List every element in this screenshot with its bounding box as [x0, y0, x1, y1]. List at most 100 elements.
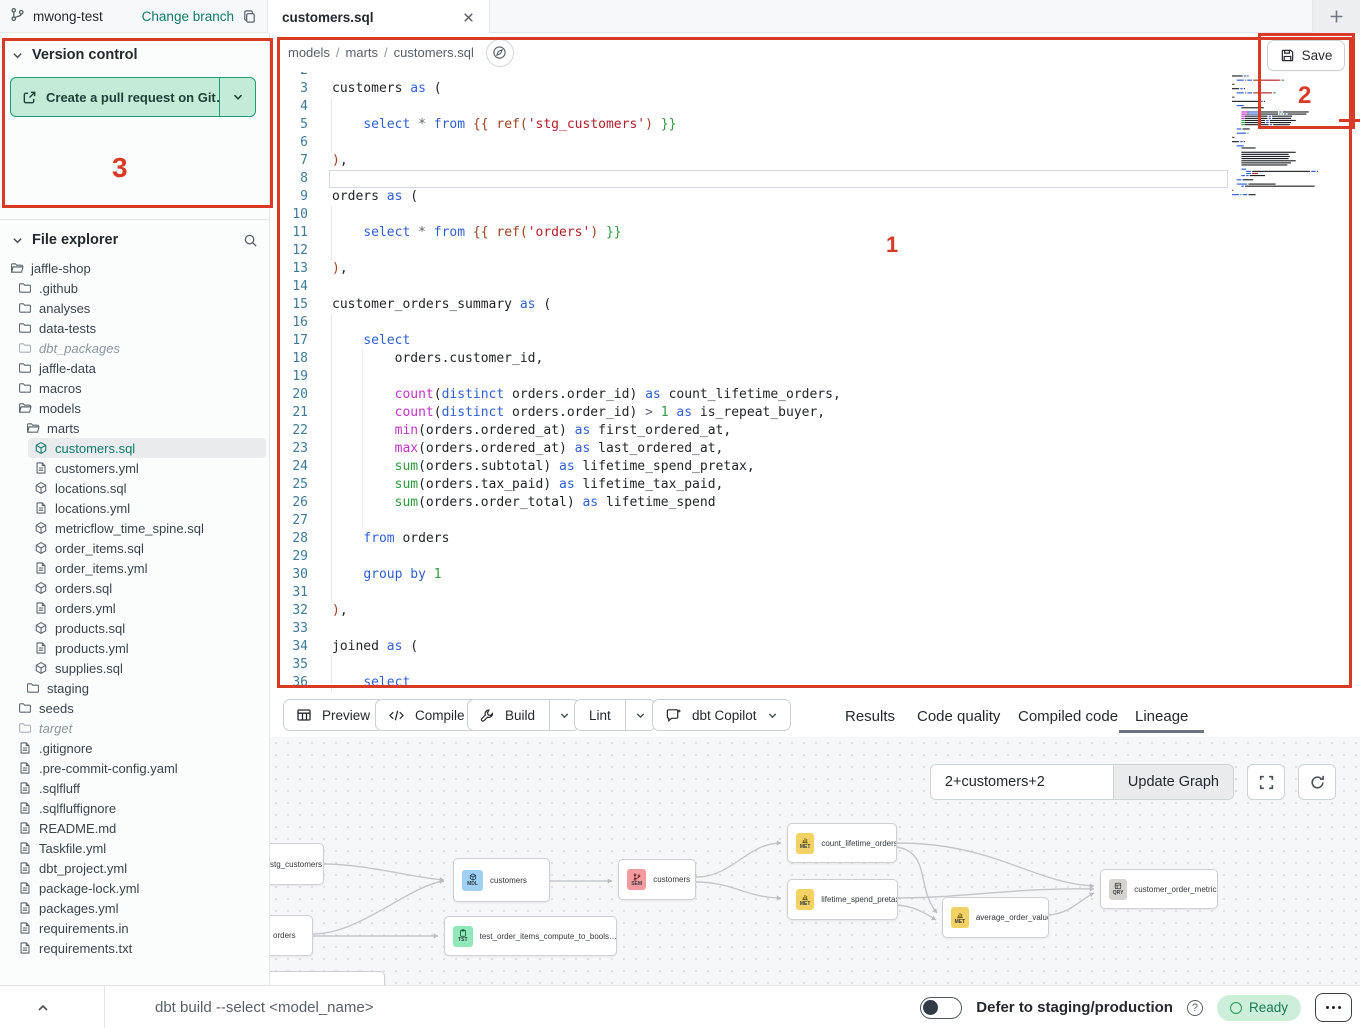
tree-folder[interactable]: dbt_packages — [12, 338, 266, 358]
code-line[interactable]: 18 orders.customer_id, — [270, 350, 1360, 368]
tree-file[interactable]: .gitignore — [12, 738, 266, 758]
code-line[interactable]: 24 sum(orders.subtotal) as lifetime_spen… — [270, 458, 1360, 476]
change-branch-link[interactable]: Change branch — [142, 9, 234, 24]
tree-file[interactable]: .sqlfluffignore — [12, 798, 266, 818]
lint-button[interactable]: Lint — [574, 699, 656, 731]
tree-file[interactable]: order_items.yml — [28, 558, 266, 578]
code-line[interactable]: 36 select — [270, 674, 1360, 692]
minimap[interactable] — [1232, 72, 1318, 198]
help-icon[interactable]: ? — [1187, 1000, 1203, 1016]
tree-folder[interactable]: .github — [12, 278, 266, 298]
tree-file[interactable]: packages.yml — [12, 898, 266, 918]
create-pr-button[interactable]: Create a pull request on Git… — [10, 77, 256, 117]
tree-file[interactable]: Taskfile.yml — [12, 838, 266, 858]
code-line[interactable]: 21 count(distinct orders.order_id) > 1 a… — [270, 404, 1360, 422]
tab-customers-sql[interactable]: customers.sql — [268, 0, 490, 34]
tree-file[interactable]: orders.yml — [28, 598, 266, 618]
lineage-node-customers_mdl[interactable]: MDLcustomers — [453, 858, 550, 902]
code-line[interactable]: 35 — [270, 656, 1360, 674]
code-line[interactable]: 25 sum(orders.tax_paid) as lifetime_tax_… — [270, 476, 1360, 494]
code-line[interactable]: 30 group by 1 — [270, 566, 1360, 584]
dbt-copilot-button[interactable]: dbt Copilot — [652, 699, 791, 731]
code-line[interactable]: 28 from orders — [270, 530, 1360, 548]
code-line[interactable]: 2 — [270, 72, 1360, 80]
code-line[interactable]: 9orders as ( — [270, 188, 1360, 206]
code-line[interactable]: 11 select * from {{ ref('orders') }} — [270, 224, 1360, 242]
lineage-node-stg_customers[interactable]: stg_customers — [270, 843, 324, 885]
tab-results[interactable]: Results — [845, 695, 895, 737]
tab-lineage[interactable]: Lineage — [1135, 695, 1188, 737]
lineage-search-input[interactable] — [931, 765, 1113, 799]
pr-dropdown-caret[interactable] — [220, 78, 255, 116]
lineage-node-orders[interactable]: orders — [270, 915, 313, 956]
code-line[interactable]: 34joined as ( — [270, 638, 1360, 656]
code-line[interactable]: 20 count(distinct orders.order_id) as co… — [270, 386, 1360, 404]
code-line[interactable]: 3customers as ( — [270, 80, 1360, 98]
lineage-node-customer_order_metrics[interactable]: QRYcustomer_order_metrics — [1100, 869, 1218, 909]
tree-folder[interactable]: seeds — [12, 698, 266, 718]
code-line[interactable]: 19 — [270, 368, 1360, 386]
tree-file[interactable]: customers.yml — [28, 458, 266, 478]
code-editor[interactable]: 23customers as (45 select * from {{ ref(… — [270, 72, 1360, 695]
tree-file[interactable]: README.md — [12, 818, 266, 838]
lint-dropdown-caret[interactable] — [625, 700, 655, 730]
code-line[interactable]: 8 — [270, 170, 1360, 188]
save-button[interactable]: Save — [1267, 40, 1345, 71]
version-control-header[interactable]: Version control — [0, 33, 269, 73]
new-tab-button[interactable] — [1312, 0, 1360, 33]
tree-file[interactable]: .pre-commit-config.yaml — [12, 758, 266, 778]
tree-folder[interactable]: staging — [20, 678, 266, 698]
close-icon[interactable] — [462, 11, 475, 24]
code-line[interactable]: 6 — [270, 134, 1360, 152]
code-line[interactable]: 32), — [270, 602, 1360, 620]
tree-folder[interactable]: jaffle-data — [12, 358, 266, 378]
fullscreen-button[interactable] — [1247, 764, 1285, 800]
update-graph-button[interactable]: Update Graph — [1113, 765, 1233, 799]
lineage-node-count_lifetime_orders[interactable]: METcount_lifetime_orders — [787, 823, 897, 863]
code-line[interactable]: 13), — [270, 260, 1360, 278]
code-line[interactable]: 10 — [270, 206, 1360, 224]
code-line[interactable]: 16 — [270, 314, 1360, 332]
tree-file[interactable]: customers.sql — [28, 438, 266, 458]
tree-file[interactable]: orders.sql — [28, 578, 266, 598]
tree-folder[interactable]: data-tests — [12, 318, 266, 338]
code-line[interactable]: 12 — [270, 242, 1360, 260]
more-options-button[interactable] — [1315, 993, 1352, 1022]
code-line[interactable]: 26 sum(orders.order_total) as lifetime_s… — [270, 494, 1360, 512]
lineage-node-customers_sem[interactable]: SEMcustomers — [618, 859, 696, 900]
tree-file[interactable]: order_items.sql — [28, 538, 266, 558]
tab-code-quality[interactable]: Code quality — [917, 695, 1000, 737]
tree-file[interactable]: locations.sql — [28, 478, 266, 498]
code-line[interactable]: 27 — [270, 512, 1360, 530]
code-line[interactable]: 31 — [270, 584, 1360, 602]
lineage-node-partial_node[interactable] — [270, 971, 385, 985]
tree-file[interactable]: .sqlfluff — [12, 778, 266, 798]
preview-button[interactable]: Preview — [283, 699, 385, 731]
file-explorer-header[interactable]: File explorer — [0, 220, 270, 256]
tree-folder[interactable]: macros — [12, 378, 266, 398]
copy-icon[interactable] — [242, 9, 257, 24]
docs-icon[interactable] — [486, 39, 514, 67]
lineage-node-test_order_items[interactable]: TSTtest_order_items_compute_to_bools… — [444, 916, 617, 956]
tree-folder[interactable]: marts — [20, 418, 266, 438]
code-line[interactable]: 4 — [270, 98, 1360, 116]
tree-file[interactable]: requirements.txt — [12, 938, 266, 958]
search-icon[interactable] — [243, 233, 258, 248]
tree-file[interactable]: dbt_project.yml — [12, 858, 266, 878]
code-line[interactable]: 23 max(orders.ordered_at) as last_ordere… — [270, 440, 1360, 458]
tree-folder[interactable]: jaffle-shop — [4, 258, 266, 278]
code-line[interactable]: 14 — [270, 278, 1360, 296]
tab-compiled-code[interactable]: Compiled code — [1018, 695, 1118, 737]
tree-file[interactable]: supplies.sql — [28, 658, 266, 678]
tree-file[interactable]: metricflow_time_spine.sql — [28, 518, 266, 538]
tree-folder[interactable]: analyses — [12, 298, 266, 318]
tree-file[interactable]: locations.yml — [28, 498, 266, 518]
tree-file[interactable]: products.sql — [28, 618, 266, 638]
lineage-node-average_order_value[interactable]: METaverage_order_value — [942, 897, 1049, 938]
code-line[interactable]: 7), — [270, 152, 1360, 170]
tree-folder[interactable]: models — [12, 398, 266, 418]
tree-file[interactable]: package-lock.yml — [12, 878, 266, 898]
refresh-button[interactable] — [1298, 764, 1336, 800]
code-line[interactable]: 5 select * from {{ ref('stg_customers') … — [270, 116, 1360, 134]
build-button[interactable]: Build — [467, 699, 580, 731]
